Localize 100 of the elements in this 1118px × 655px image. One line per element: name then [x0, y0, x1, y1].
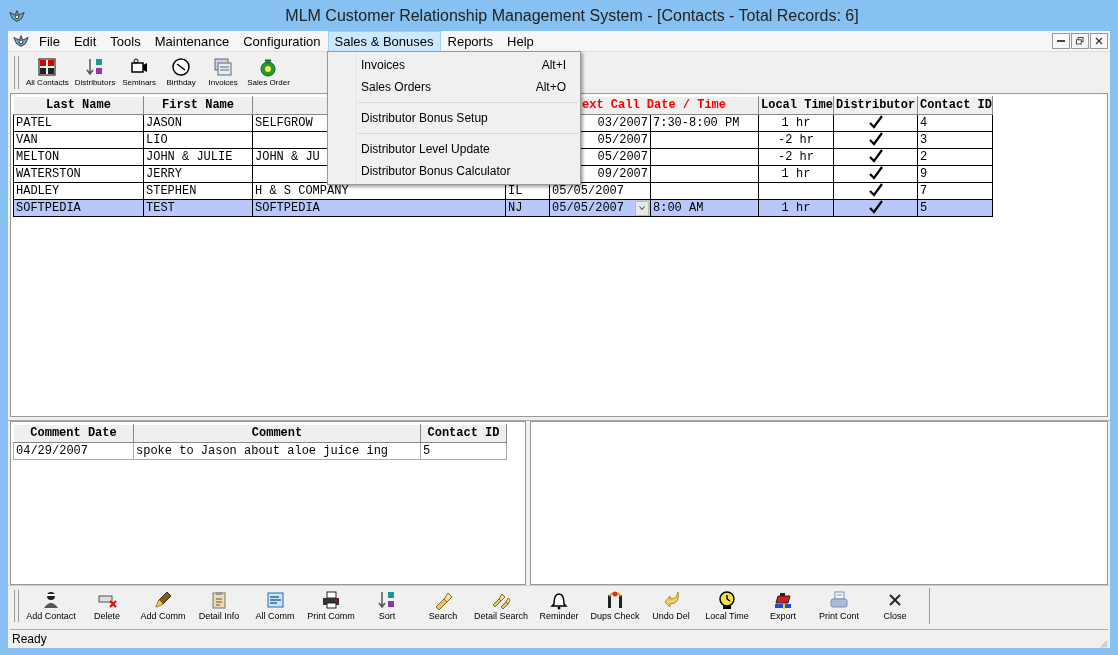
table-cell: JOHN & JU	[255, 149, 320, 164]
toolbar-button[interactable]: Detail Search	[471, 585, 532, 627]
table-cell: SELFGROW	[255, 115, 313, 130]
bell-icon	[549, 590, 570, 611]
toolbar-button[interactable]: Local Time	[699, 585, 756, 627]
table-cell: 09/2007	[597, 166, 648, 181]
column-header[interactable]: Comment	[133, 424, 421, 443]
table-cell: 1 hr	[781, 200, 811, 215]
table-cell: 4	[920, 115, 928, 130]
grid-icon	[37, 57, 58, 78]
table-cell: IL	[508, 183, 523, 198]
toolbar-button[interactable]: Distributors	[71, 52, 119, 93]
table-cell: 3	[920, 132, 928, 147]
status-text: Ready	[11, 632, 47, 647]
table-cell: 05/2007	[597, 149, 648, 164]
toolbar-button[interactable]: Print Comm	[303, 585, 359, 627]
pencil-icon	[153, 590, 173, 611]
toolbar-button[interactable]: Detail Info	[191, 585, 247, 627]
menu-item[interactable]: Reports	[440, 30, 501, 52]
toolbar-button[interactable]: Undo Del	[643, 585, 700, 627]
minimize-button[interactable]	[1052, 33, 1070, 49]
table-cell: JERRY	[146, 166, 182, 181]
table-cell: MELTON	[16, 149, 60, 164]
dropdown-button[interactable]	[635, 200, 649, 215]
table-cell: -2 hr	[778, 132, 814, 147]
toolbar-button[interactable]: Add Contact	[23, 585, 79, 627]
close-icon	[1093, 35, 1105, 47]
table-cell: 7	[920, 183, 928, 198]
minimize-icon	[1057, 40, 1065, 42]
table-cell: JASON	[146, 115, 182, 130]
table-cell: JOHN & JULIE	[146, 149, 233, 164]
toolbar-button[interactable]: Sort	[359, 585, 415, 627]
table-cell: VAN	[16, 132, 38, 147]
table-cell: HADLEY	[16, 183, 60, 198]
clock-icon	[717, 590, 738, 611]
table-cell: -2 hr	[778, 149, 814, 164]
column-header[interactable]: Comment Date	[13, 424, 134, 443]
toolbar-button[interactable]: Export	[755, 585, 812, 627]
column-header[interactable]: Contact ID	[420, 424, 507, 443]
column-header[interactable]: Contact ID	[917, 96, 993, 114]
column-header[interactable]: Last Name	[13, 96, 144, 114]
table-cell: NJ	[508, 200, 523, 215]
table-cell: PATEL	[16, 115, 52, 130]
printer-icon	[321, 590, 341, 611]
table-cell: 5	[423, 443, 431, 458]
toolbar-button[interactable]: Add Comm	[135, 585, 191, 627]
table-cell: spoke to Jason about aloe juice ing	[136, 443, 389, 458]
table-cell: 05/05/2007	[552, 183, 624, 198]
column-header[interactable]: First Name	[143, 96, 253, 114]
column-header[interactable]: Distributor	[833, 96, 918, 114]
toolbar-button[interactable]: All Comm	[247, 585, 303, 627]
menu-option[interactable]: Sales Orders Alt+O	[328, 76, 580, 98]
table-cell: STEPHEN	[146, 183, 197, 198]
close-button[interactable]	[1090, 33, 1108, 49]
table-cell: 7:30-8:00 PM	[653, 115, 740, 130]
table-cell: SOFTPEDIA	[16, 200, 81, 215]
menu-item[interactable]: Help	[500, 30, 541, 52]
window-title: MLM Customer Relationship Management System - [Contacts - Total Records: 6]	[285, 6, 859, 25]
printer-icon	[829, 590, 850, 611]
restore-button[interactable]	[1071, 33, 1089, 49]
table-cell: SOFTPEDIA	[255, 200, 320, 215]
caret-icon	[637, 203, 647, 213]
table-cell: 1 hr	[781, 115, 811, 130]
table-cell: 04/29/2007	[16, 443, 88, 458]
restore-icon	[1074, 35, 1086, 47]
table-cell: 05/05/2007	[552, 200, 624, 215]
menu-item[interactable]: Configuration	[236, 30, 328, 52]
toolbar-button[interactable]: Reminder	[531, 585, 588, 627]
table-cell: 03/2007	[597, 115, 648, 130]
documents-icon	[213, 57, 234, 78]
table-cell: WATERSTON	[16, 166, 81, 181]
menu-option[interactable]: Distributor Level Update	[328, 138, 580, 160]
toolbar-button[interactable]: Close	[867, 585, 924, 627]
toolbar-button[interactable]: Print Cont	[811, 585, 868, 627]
table-cell: 05/2007	[597, 132, 648, 147]
toolbar-button[interactable]: Search	[415, 585, 471, 627]
table-cell: TEST	[146, 200, 175, 215]
menu-item[interactable]: Sales & Bonuses	[327, 30, 441, 52]
clipboard-icon	[209, 590, 229, 611]
sort-icon	[377, 590, 397, 611]
menu-item[interactable]: Edit	[66, 30, 104, 52]
table-cell: 2	[920, 149, 928, 164]
toolbar-button[interactable]: Dups Check	[587, 585, 644, 627]
menu-item[interactable]: Maintenance	[147, 30, 237, 52]
toolbar-button[interactable]: Seminars	[118, 52, 161, 93]
table-cell: H & S COMPANY	[255, 183, 349, 198]
toolbar-button[interactable]: Sales Order	[244, 52, 293, 93]
column-header[interactable]: Local Time	[758, 96, 834, 114]
toolbar-button[interactable]: Birthday	[160, 52, 203, 93]
flashlight-icon	[433, 590, 453, 611]
toolbar-button[interactable]: Invoices	[202, 52, 245, 93]
menu-option[interactable]: Invoices Alt+I	[328, 54, 580, 76]
table-cell: 5	[920, 200, 928, 215]
menu-item[interactable]: File	[32, 30, 67, 52]
table-cell: 8:00 AM	[653, 200, 704, 215]
menu-item[interactable]: Tools	[103, 30, 148, 52]
toolbar-button[interactable]: Delete	[79, 585, 135, 627]
table-cell: LIO	[146, 132, 168, 147]
document-icon	[265, 590, 285, 611]
toolbar-button[interactable]: All Contacts	[23, 52, 72, 93]
